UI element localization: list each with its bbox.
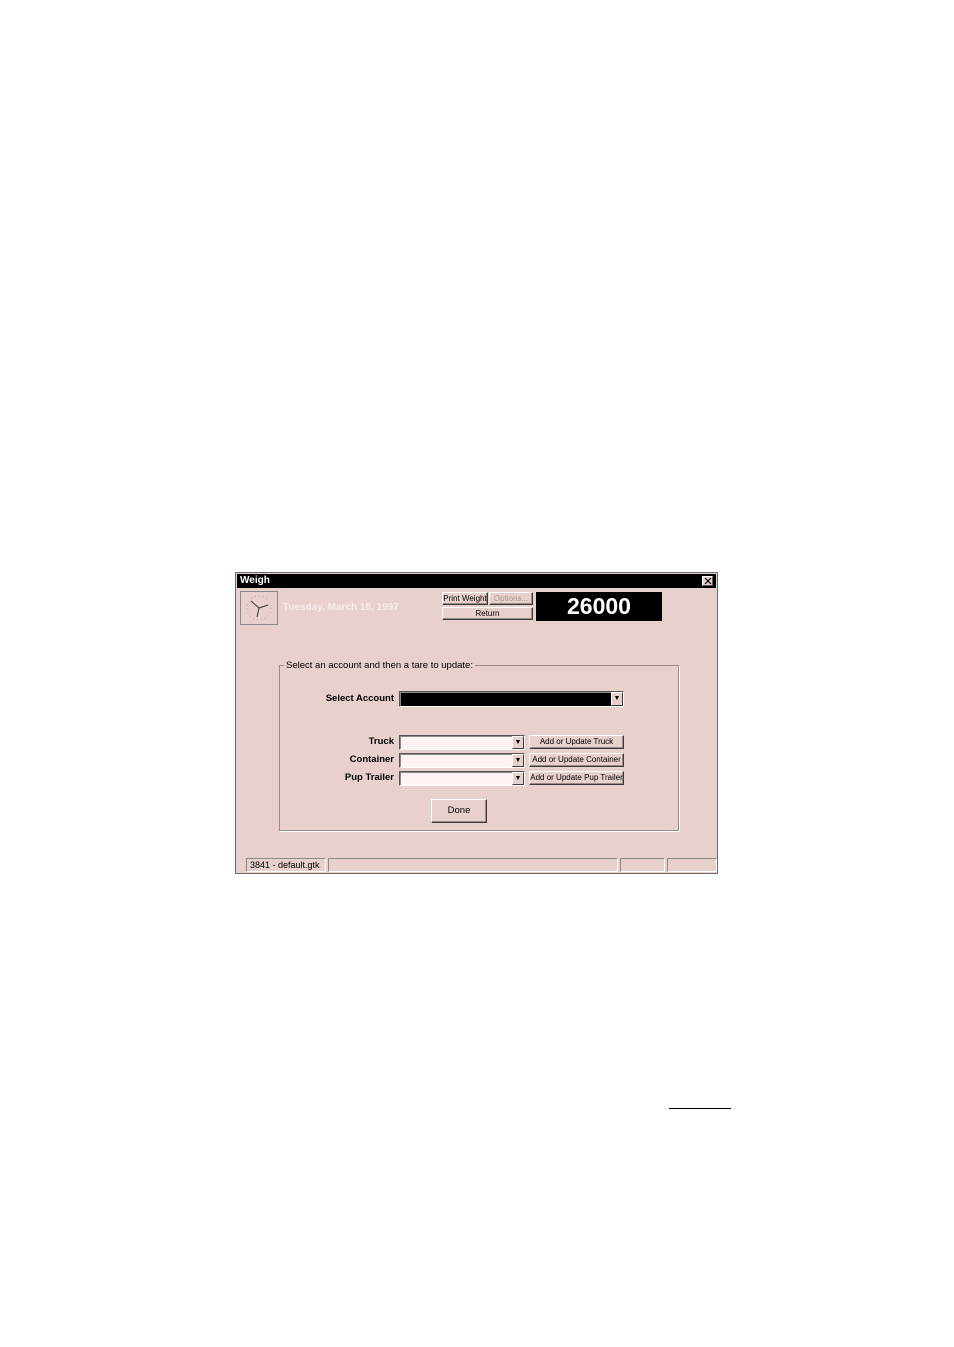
add-update-container-button[interactable]: Add or Update Container: [529, 753, 624, 767]
status-file: 3841 - default.gtk: [246, 858, 326, 872]
return-button[interactable]: Return: [442, 607, 533, 620]
weigh-window: Weigh Tuesday, March 18, 1997 Print Weig…: [235, 572, 718, 874]
title-bar: Weigh: [237, 574, 716, 588]
print-weight-button[interactable]: Print Weight: [442, 592, 488, 605]
pup-trailer-label: Pup Trailer: [344, 772, 394, 783]
clock-icon: [240, 591, 278, 625]
close-button[interactable]: [702, 576, 713, 586]
close-icon: [704, 577, 712, 585]
divider: [669, 1108, 731, 1109]
select-account-label: Select Account: [325, 693, 394, 704]
weight-display: 26000: [536, 592, 662, 621]
status-panel: [667, 858, 717, 872]
chevron-down-icon[interactable]: ▼: [512, 754, 524, 767]
pup-trailer-combo[interactable]: ▼: [399, 771, 525, 786]
status-panel: [328, 858, 618, 872]
container-label: Container: [349, 754, 394, 765]
done-button[interactable]: Done: [431, 799, 487, 823]
add-update-pup-trailer-button[interactable]: Add or Update Pup Trailer: [529, 771, 624, 785]
chevron-down-icon[interactable]: ▼: [512, 736, 524, 749]
current-date: Tuesday, March 18, 1997: [283, 602, 399, 613]
container-combo[interactable]: ▼: [399, 753, 525, 768]
add-update-truck-button[interactable]: Add or Update Truck: [529, 735, 624, 749]
options-button[interactable]: Options...: [489, 592, 533, 605]
chevron-down-icon[interactable]: ▼: [512, 772, 524, 785]
group-label: Select an account and then a tare to upd…: [284, 660, 475, 671]
status-panel: [620, 858, 665, 872]
window-title: Weigh: [240, 575, 270, 586]
status-bar: 3841 - default.gtk: [238, 858, 717, 872]
chevron-down-icon[interactable]: ▼: [611, 692, 623, 706]
select-account-combo[interactable]: ▼: [399, 691, 624, 707]
truck-label: Truck: [368, 736, 394, 747]
truck-combo[interactable]: ▼: [399, 735, 525, 750]
